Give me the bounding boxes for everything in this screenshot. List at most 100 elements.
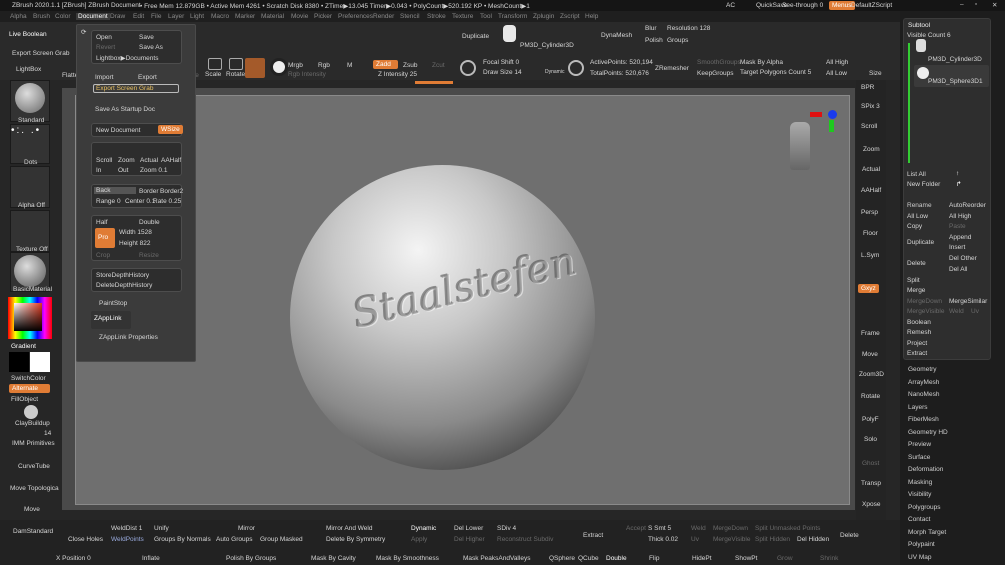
rotate-button[interactable]: Rotate — [861, 393, 880, 400]
mask-by-alpha-button[interactable]: Mask By Alpha — [740, 59, 783, 66]
ghost-button[interactable]: Ghost — [862, 460, 879, 467]
menu-preferences[interactable]: Preferences — [338, 13, 373, 20]
inflate-slider[interactable]: Inflate — [142, 555, 160, 562]
accept-button[interactable]: Accept — [626, 525, 646, 532]
group-masked-button[interactable]: Group Masked — [260, 536, 303, 543]
width-slider[interactable]: Width 1528 — [119, 229, 152, 236]
menu-draw[interactable]: Draw — [110, 13, 125, 20]
remesh-button[interactable]: Remesh — [907, 329, 931, 336]
zoom-slider[interactable]: Zoom 0.1 — [140, 167, 167, 174]
brush-imm-primitives[interactable]: IMM Primitives — [12, 440, 55, 447]
menu-layers[interactable]: Layers — [908, 404, 928, 411]
axis-z-icon[interactable] — [828, 110, 837, 119]
menu-masking[interactable]: Masking — [908, 479, 932, 486]
new-document-button[interactable]: New Document — [96, 127, 140, 134]
menu-uv-map[interactable]: UV Map — [908, 554, 931, 561]
menu-contact[interactable]: Contact — [908, 516, 930, 523]
list-all-button[interactable]: List All — [907, 171, 926, 178]
m-button[interactable]: M — [347, 62, 352, 69]
bpr-button[interactable]: BPR — [861, 84, 874, 91]
wsize-button[interactable]: WSize — [158, 125, 183, 134]
polyf-button[interactable]: PolyF — [862, 416, 879, 423]
menu-document[interactable]: Document — [76, 13, 110, 20]
rotate-button[interactable]: Rotate — [226, 71, 245, 78]
gradient-label[interactable]: Gradient — [11, 343, 36, 350]
boolean-button[interactable]: Boolean — [907, 319, 931, 326]
half-button[interactable]: Half — [96, 219, 108, 226]
menu-color[interactable]: Color — [55, 13, 71, 20]
menu-marker[interactable]: Marker — [235, 13, 255, 20]
menu-nanomesh[interactable]: NanoMesh — [908, 391, 939, 398]
back-color-button[interactable]: Back — [94, 187, 136, 194]
brush-thumbnail[interactable] — [10, 80, 50, 122]
apply-button[interactable]: Apply — [411, 536, 427, 543]
menu-stencil[interactable]: Stencil — [400, 13, 420, 20]
all-high-button[interactable]: All High — [826, 59, 848, 66]
move-up-icon[interactable]: ↑ — [956, 170, 959, 177]
live-boolean-button[interactable]: Live Boolean — [9, 31, 47, 38]
double-button[interactable]: Double — [606, 555, 627, 562]
menu-morph-target[interactable]: Morph Target — [908, 529, 946, 536]
fill-object-button[interactable]: FillObject — [11, 396, 38, 403]
paste-button[interactable]: Paste — [949, 223, 966, 230]
cylinder-thumbnail-icon[interactable] — [503, 25, 516, 42]
aahalf-button[interactable]: AAHalf — [861, 187, 881, 194]
save-button[interactable]: Save — [139, 34, 154, 41]
smooth-groups-slider[interactable]: SmoothGroups — [697, 59, 741, 66]
alternate-button[interactable]: Alternate — [9, 384, 50, 393]
axis-x-icon[interactable] — [810, 112, 822, 117]
lightbox-button[interactable]: LightBox — [16, 66, 41, 73]
double-button[interactable]: Double — [139, 219, 160, 226]
keep-groups-button[interactable]: KeepGroups — [697, 70, 734, 77]
color-picker[interactable] — [8, 297, 52, 339]
visible-count-slider[interactable]: Visible Count 6 — [907, 32, 951, 39]
rgb-intensity-slider[interactable]: Rgb Intensity — [288, 71, 326, 78]
spix-slider[interactable]: SPix 3 — [861, 103, 880, 110]
delete-button[interactable]: Delete — [840, 532, 859, 539]
secondary-color-swatch[interactable] — [30, 352, 50, 372]
s-smt-slider[interactable]: S Smt 5 — [648, 525, 671, 532]
dynamic-button[interactable]: Dynamic — [411, 525, 436, 532]
del-lower-button[interactable]: Del Lower — [454, 525, 483, 532]
zsub-button[interactable]: Zsub — [403, 62, 417, 69]
menu-transform[interactable]: Transform — [498, 13, 527, 20]
menu-stroke[interactable]: Stroke — [427, 13, 446, 20]
unify-button[interactable]: Unify — [154, 525, 169, 532]
qcube-button[interactable]: QCube — [578, 555, 599, 562]
default-zscript-button[interactable]: DefaultZScript — [851, 2, 892, 9]
aahalf-button[interactable]: AAHalf — [161, 157, 181, 164]
draw-size-slider[interactable]: Draw Size 14 — [483, 69, 522, 76]
delete-by-symmetry-button[interactable]: Delete By Symmetry — [326, 536, 385, 543]
out-button[interactable]: Out — [118, 167, 128, 174]
close-holes-button[interactable]: Close Holes — [68, 536, 103, 543]
menu-layer[interactable]: Layer — [168, 13, 184, 20]
dynamic-toggle[interactable]: Dynamic — [545, 69, 564, 75]
navigation-head-gizmo[interactable] — [790, 122, 810, 170]
brush-move-topological[interactable]: Move Topologica — [10, 485, 59, 492]
arrow-turn-icon[interactable]: ↱ — [956, 180, 961, 188]
menu-picker[interactable]: Picker — [314, 13, 332, 20]
scroll-button[interactable]: Scroll — [861, 123, 877, 130]
size-button[interactable]: Size — [869, 70, 882, 77]
hidept-button[interactable]: HidePt — [692, 555, 712, 562]
menu-preview[interactable]: Preview — [908, 441, 931, 448]
close-icon[interactable]: ✕ — [992, 1, 997, 9]
duplicate-button[interactable]: Duplicate — [462, 33, 489, 40]
frame-button[interactable]: Frame — [861, 330, 880, 337]
gxyz-button[interactable]: Gxyz — [858, 284, 879, 293]
minimize-icon[interactable]: – — [960, 1, 964, 8]
open-button[interactable]: Open — [96, 34, 112, 41]
brush-curvetube[interactable]: CurveTube — [18, 463, 50, 470]
groups-by-normals-button[interactable]: Groups By Normals — [154, 536, 211, 543]
target-polygons-slider[interactable]: Target Polygons Count 5 — [740, 69, 811, 76]
menu-light[interactable]: Light — [190, 13, 204, 20]
focal-shift-slider[interactable]: Focal Shift 0 — [483, 59, 519, 66]
export-screen-grab-button[interactable]: Export Screen Grab — [12, 50, 69, 57]
menu-file[interactable]: File — [151, 13, 161, 20]
project-button[interactable]: Project — [907, 340, 927, 347]
split-hidden-button[interactable]: Split Hidden — [755, 536, 790, 543]
import-button[interactable]: Import — [95, 74, 113, 81]
subtool-title[interactable]: Subtool — [908, 22, 930, 29]
sdiv-slider[interactable]: SDiv 4 — [497, 525, 516, 532]
menu-material[interactable]: Material — [261, 13, 284, 20]
